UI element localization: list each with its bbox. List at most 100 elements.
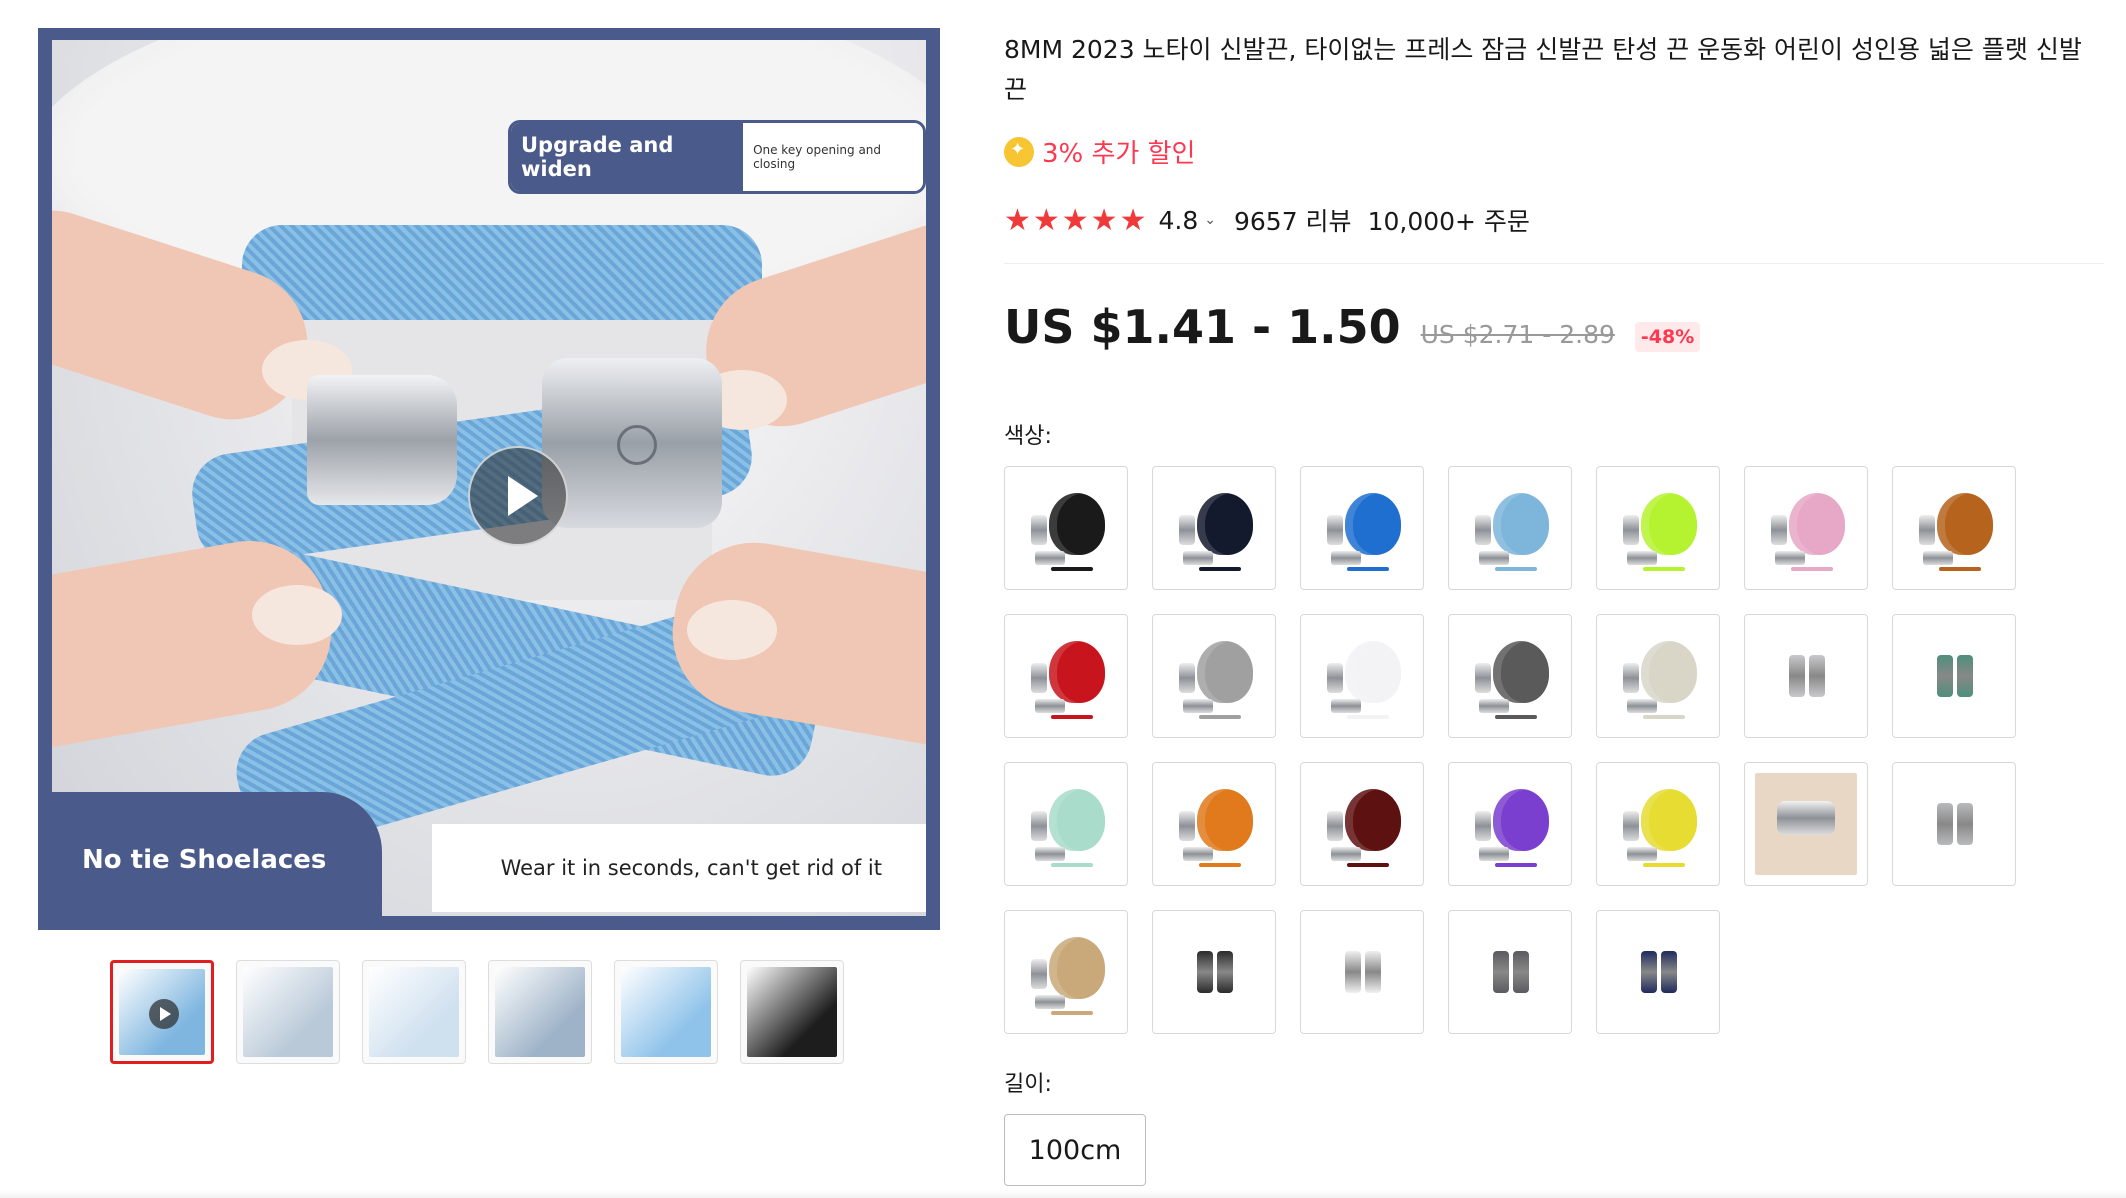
play-video-icon[interactable]	[468, 446, 568, 546]
color-swatch[interactable]	[1004, 762, 1128, 886]
color-strip	[1495, 715, 1537, 719]
lace-coil	[1493, 493, 1549, 555]
thumbnail[interactable]	[614, 960, 718, 1064]
current-price: US $1.41 - 1.50	[1004, 300, 1401, 354]
color-swatch[interactable]	[1448, 762, 1572, 886]
color-swatch[interactable]	[1300, 614, 1424, 738]
color-swatch[interactable]	[1448, 910, 1572, 1034]
color-swatch[interactable]	[1448, 466, 1572, 590]
fingernail	[687, 600, 777, 660]
rating-value[interactable]: 4.8	[1158, 206, 1198, 235]
color-swatch[interactable]	[1300, 762, 1424, 886]
color-swatch[interactable]	[1892, 614, 2016, 738]
color-strip	[1791, 567, 1833, 571]
buckle-piece	[1035, 995, 1065, 1009]
color-swatch[interactable]	[1448, 614, 1572, 738]
lace-coil	[1049, 789, 1105, 851]
color-swatch[interactable]	[1744, 614, 1868, 738]
buckle-piece	[1809, 655, 1825, 697]
extra-discount-text: 3% 추가 할인	[1042, 139, 1196, 169]
buckle-piece	[1475, 515, 1491, 545]
main-product-image[interactable]: Upgrade and widen One key opening and cl…	[38, 28, 940, 930]
thumbnail[interactable]	[740, 960, 844, 1064]
order-count: 10,000+ 주문	[1367, 207, 1530, 236]
color-swatch[interactable]	[1004, 910, 1128, 1034]
thumbnail-image	[369, 967, 459, 1057]
buckle-piece	[1179, 811, 1195, 841]
color-strip	[1051, 863, 1093, 867]
lace-coil	[1493, 641, 1549, 703]
thumbnail-image	[621, 967, 711, 1057]
lace-coil	[1345, 789, 1401, 851]
color-swatch[interactable]	[1596, 910, 1720, 1034]
lace-coil	[1937, 493, 1993, 555]
caption-wear-it: Wear it in seconds, can't get rid of it	[432, 824, 926, 912]
buckle-piece	[1031, 811, 1047, 841]
buckle-piece	[1627, 847, 1657, 861]
buckle-piece	[1179, 515, 1195, 545]
buckle-piece	[1183, 699, 1213, 713]
color-swatch[interactable]	[1596, 466, 1720, 590]
color-swatch[interactable]	[1152, 466, 1276, 590]
power-symbol-icon	[617, 425, 657, 465]
color-strip	[1199, 863, 1241, 867]
buckle-piece	[1661, 951, 1677, 993]
caption-no-tie: No tie Shoelaces	[52, 792, 382, 916]
buckle-piece	[1627, 551, 1657, 565]
buckle-piece	[1183, 847, 1213, 861]
thumbnail[interactable]	[236, 960, 340, 1064]
length-option-button[interactable]: 100cm	[1004, 1114, 1146, 1186]
lace-coil	[1641, 641, 1697, 703]
color-swatch[interactable]	[1596, 614, 1720, 738]
buckle-piece	[1217, 951, 1233, 993]
color-swatch[interactable]	[1004, 466, 1128, 590]
thumbnail[interactable]	[488, 960, 592, 1064]
color-strip	[1347, 715, 1389, 719]
buckle-piece	[1031, 959, 1047, 989]
discount-badge: -48%	[1634, 322, 1701, 352]
price-row: US $1.41 - 1.50 US $2.71 - 2.89 -48%	[1004, 300, 1701, 354]
buckle-left	[307, 375, 457, 505]
thumbnail-image	[495, 967, 585, 1057]
length-label: 길이:	[1004, 1072, 1052, 1097]
buckle-piece	[1327, 515, 1343, 545]
color-swatch[interactable]	[1152, 762, 1276, 886]
color-swatch[interactable]	[1152, 910, 1276, 1034]
thumbnail[interactable]	[110, 960, 214, 1064]
color-swatch[interactable]	[1744, 466, 1868, 590]
color-swatch[interactable]	[1892, 762, 2016, 886]
lace-coil	[1345, 493, 1401, 555]
buckle-piece	[1641, 951, 1657, 993]
buckle-photo	[1755, 773, 1857, 875]
color-swatch[interactable]	[1300, 910, 1424, 1034]
play-icon	[149, 999, 179, 1029]
color-swatch[interactable]	[1152, 614, 1276, 738]
review-count[interactable]: 9657 리뷰	[1234, 202, 1352, 238]
color-swatch[interactable]	[1300, 466, 1424, 590]
buckle-piece	[1789, 655, 1805, 697]
buckle-piece	[1957, 803, 1973, 845]
buckle-piece	[1479, 847, 1509, 861]
buckle-piece	[1937, 655, 1953, 697]
rating-row: ★★★★★ 4.8 ⌄ 9657 리뷰 10,000+ 주문	[1004, 202, 1530, 238]
color-swatch[interactable]	[1004, 614, 1128, 738]
color-strip	[1199, 715, 1241, 719]
buckle-piece	[1627, 699, 1657, 713]
buckle-piece	[1771, 515, 1787, 545]
thumbnail[interactable]	[362, 960, 466, 1064]
lace-coil	[1049, 493, 1105, 555]
color-strip	[1051, 1011, 1093, 1015]
lace-coil	[1641, 493, 1697, 555]
buckle-piece	[1923, 551, 1953, 565]
color-swatch[interactable]	[1892, 466, 2016, 590]
color-strip	[1051, 715, 1093, 719]
lace-coil	[1049, 937, 1105, 999]
color-swatch[interactable]	[1744, 762, 1868, 886]
product-title: 8MM 2023 노타이 신발끈, 타이없는 프레스 잠금 신발끈 탄성 끈 운…	[1004, 35, 2082, 104]
buckle-piece	[1493, 951, 1509, 993]
color-swatch[interactable]	[1596, 762, 1720, 886]
badge-sub-text: One key opening and closing	[743, 123, 923, 191]
buckle-piece	[1475, 663, 1491, 693]
chevron-down-icon[interactable]: ⌄	[1204, 212, 1216, 228]
buckle-piece	[1331, 699, 1361, 713]
